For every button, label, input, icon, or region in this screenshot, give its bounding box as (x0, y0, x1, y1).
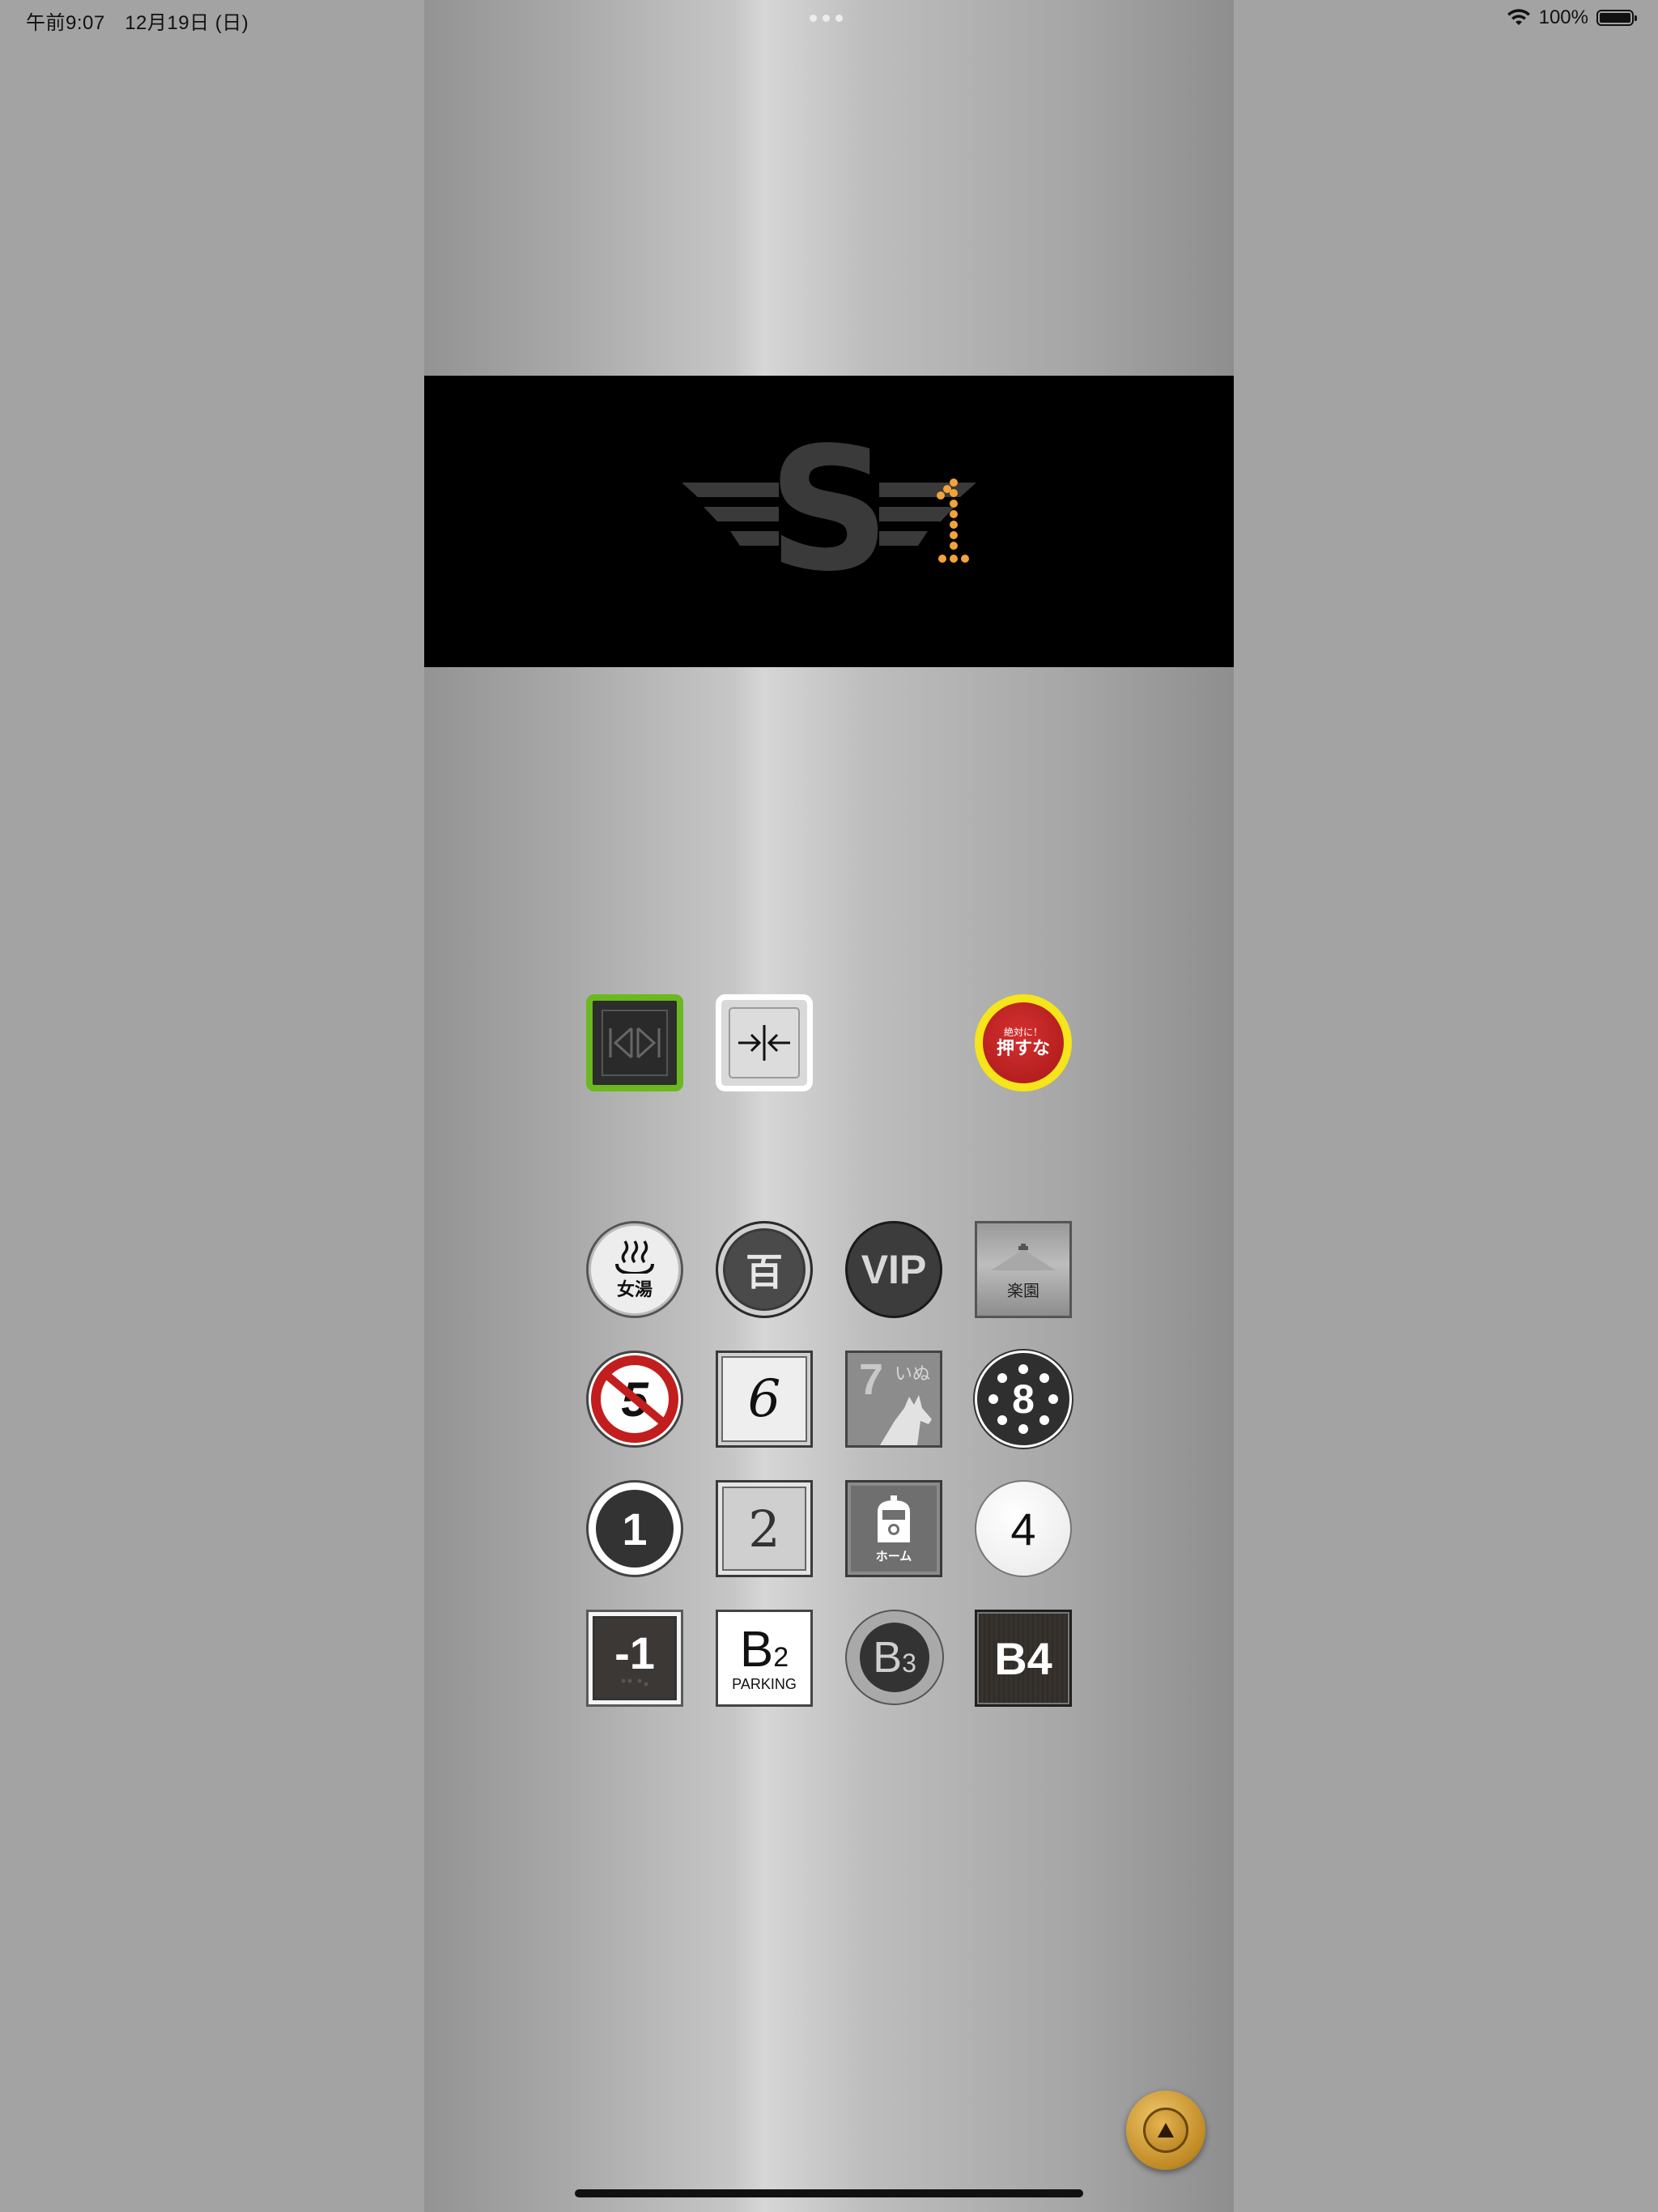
b3-face: B 3 (860, 1623, 929, 1692)
door-open-button[interactable] (586, 994, 683, 1091)
floor-button-minus1[interactable]: -1 (586, 1610, 683, 1707)
hyaku-label: 百 (746, 1251, 783, 1293)
home-indicator[interactable] (575, 2189, 1083, 2197)
no-entry-ring: 5 (591, 1355, 678, 1443)
up-arrow-icon (1158, 2123, 1174, 2138)
vip-label: VIP (861, 1247, 927, 1292)
door-close-icon (729, 1007, 800, 1078)
train-icon (878, 1495, 910, 1542)
status-indicators: 100% (1507, 6, 1637, 29)
floor-2-label: 2 (748, 1499, 780, 1559)
battery-icon (1596, 10, 1637, 26)
logo-letter: S (767, 410, 890, 609)
floating-menu-face (1143, 2108, 1188, 2153)
floor-display-graphic: S (682, 410, 976, 609)
floor-button-womens-bath[interactable]: 女湯 (586, 1221, 683, 1318)
b4-label: B4 (994, 1632, 1052, 1684)
floor-7-sub-label: いぬ (895, 1363, 931, 1384)
b2-mark: B 2 (739, 1621, 789, 1678)
womens-bath-label: 女湯 (616, 1279, 653, 1300)
floor-minus1-label: -1 (614, 1627, 655, 1678)
floor-button-vip[interactable]: VIP (845, 1221, 942, 1318)
floor-button-rakuen[interactable]: 楽園 (975, 1221, 1072, 1318)
floor-button-1[interactable]: 1 (586, 1480, 683, 1577)
emergency-big-label: 押すな (996, 1038, 1050, 1058)
paradise-scene-icon (991, 1244, 1056, 1270)
b2-parking-label: PARKING (732, 1675, 797, 1692)
b3-sub-label: 3 (902, 1648, 916, 1678)
home-label: ホーム (875, 1549, 912, 1563)
emergency-button[interactable]: 絶対に！ 押すな (975, 994, 1072, 1091)
floor-6-label: 6 (747, 1369, 781, 1429)
floor-button-7[interactable]: 7 いぬ (845, 1351, 942, 1448)
emergency-small-label: 絶対に！ (1003, 1027, 1043, 1038)
b2-sub-label: 2 (773, 1641, 789, 1673)
floor-button-home[interactable]: ホーム (845, 1480, 942, 1577)
battery-percent: 100% (1538, 6, 1588, 28)
floor-display: S 1 (424, 376, 1234, 667)
hot-spring-icon (615, 1240, 654, 1274)
floor-button-b2[interactable]: B 2 PARKING (716, 1610, 813, 1707)
floor-1-label: 1 (622, 1503, 648, 1555)
floor-button-4[interactable]: 4 (975, 1480, 1072, 1577)
floor-button-b3[interactable]: B 3 (840, 1604, 949, 1711)
status-time-date: 午前9:07 12月19日 (日) (26, 12, 249, 34)
rakuen-label: 楽園 (1007, 1283, 1039, 1300)
floor-button-5[interactable]: 5 (586, 1351, 683, 1448)
floor-button-2[interactable]: 2 (716, 1480, 813, 1577)
floor-4-label: 4 (1010, 1503, 1036, 1555)
door-close-button[interactable] (716, 994, 813, 1091)
multitasking-handle[interactable] (810, 15, 843, 22)
wifi-icon (1507, 9, 1530, 25)
b2-main-label: B (739, 1621, 774, 1678)
b3-main-label: B (873, 1633, 903, 1682)
elevator-panel: S 1 (424, 0, 1234, 2212)
braille-dots-icon (621, 1678, 648, 1687)
floating-menu-button[interactable] (1126, 2091, 1205, 2170)
floor-button-hyaku[interactable]: 百 (716, 1221, 813, 1318)
floor-1-face: 1 (596, 1490, 674, 1568)
dog-icon (880, 1395, 932, 1445)
emergency-button-face: 絶対に！ 押すな (983, 1002, 1064, 1083)
floor-button-8[interactable]: 8 (975, 1351, 1072, 1448)
floor-button-b4[interactable]: B4 (975, 1610, 1072, 1707)
door-open-icon (602, 1010, 668, 1076)
floor-button-6[interactable]: 6 (716, 1351, 813, 1448)
floor-8-label: 8 (1012, 1376, 1035, 1422)
